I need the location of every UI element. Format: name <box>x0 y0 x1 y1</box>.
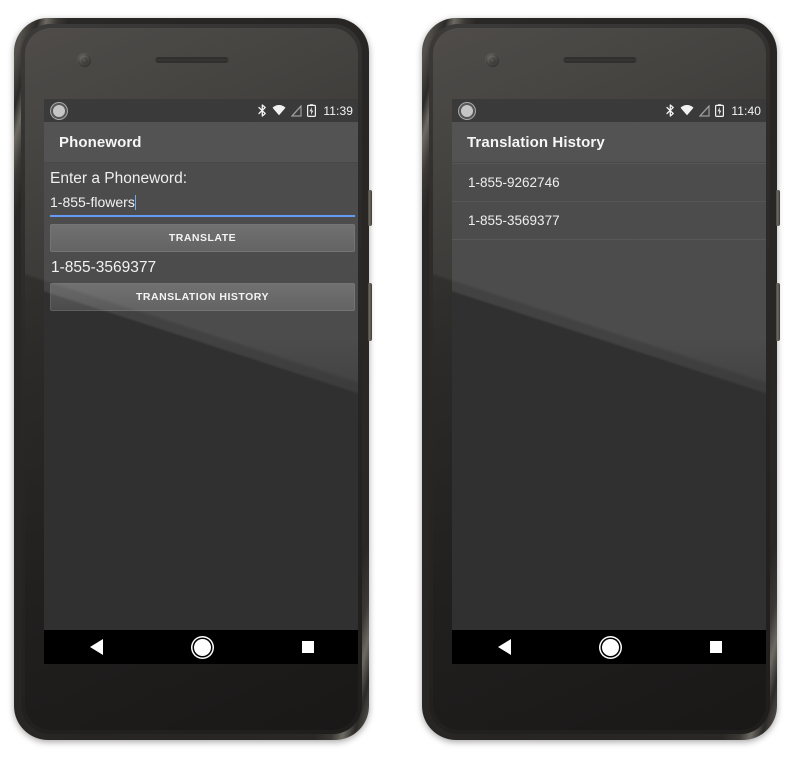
back-button[interactable] <box>485 630 525 664</box>
phone-body-right: 11:40 Translation History 1-855-9262746 … <box>429 24 770 734</box>
translation-history-button[interactable]: TRANSLATION HISTORY <box>50 283 355 311</box>
back-button[interactable] <box>77 630 117 664</box>
wifi-icon <box>272 105 286 116</box>
phoneword-input[interactable]: 1-855-flowers <box>50 194 355 217</box>
phoneword-input-value: 1-855-flowers <box>50 194 135 210</box>
status-bar-clock: 11:39 <box>323 103 353 118</box>
android-nav-bar-left <box>44 630 358 664</box>
status-bar-icons-right: 11:40 <box>666 104 761 118</box>
back-triangle-icon <box>498 639 512 655</box>
list-item[interactable]: 1-855-9262746 <box>452 163 766 202</box>
phone-screen-left: 11:39 Phoneword Enter a Phoneword: 1-855… <box>44 99 358 664</box>
circle-indicator-icon <box>459 102 475 119</box>
no-signal-icon <box>291 104 302 117</box>
bluetooth-icon <box>666 104 675 117</box>
home-button[interactable] <box>182 630 222 664</box>
status-bar-clock: 11:40 <box>731 103 761 118</box>
circle-indicator-icon <box>51 102 67 119</box>
earpiece-speaker-icon <box>154 57 229 63</box>
android-nav-bar-right <box>452 630 766 664</box>
front-camera-icon <box>77 53 92 68</box>
home-circle-icon <box>193 638 211 656</box>
translation-history-list: 1-855-9262746 1-855-3569377 <box>452 163 766 240</box>
app-bar-right: Translation History <box>452 122 766 163</box>
list-item[interactable]: 1-855-3569377 <box>452 202 766 240</box>
phone-device-right: 11:40 Translation History 1-855-9262746 … <box>422 18 780 740</box>
recents-square-icon <box>710 641 723 653</box>
app-content-left: Enter a Phoneword: 1-855-flowers TRANSLA… <box>44 163 358 630</box>
text-cursor <box>134 195 137 210</box>
page-title: Phoneword <box>59 133 142 151</box>
status-bar-icons-left: 11:39 <box>258 104 353 118</box>
power-button[interactable] <box>776 190 780 226</box>
phone-screen-right: 11:40 Translation History 1-855-9262746 … <box>452 99 766 664</box>
earpiece-speaker-icon <box>562 57 637 63</box>
recents-square-icon <box>302 641 315 653</box>
back-triangle-icon <box>90 639 104 655</box>
phone-body-left: 11:39 Phoneword Enter a Phoneword: 1-855… <box>21 24 362 734</box>
phone-device-left: 11:39 Phoneword Enter a Phoneword: 1-855… <box>14 18 372 740</box>
wifi-icon <box>680 105 694 116</box>
phone-glass-right: 11:40 Translation History 1-855-9262746 … <box>433 28 766 730</box>
page-title: Translation History <box>467 133 605 151</box>
volume-rocker-button[interactable] <box>368 283 372 341</box>
recents-button[interactable] <box>288 630 328 664</box>
status-bar-left: 11:39 <box>44 99 358 122</box>
translation-result: 1-855-3569377 <box>51 259 157 276</box>
app-bar-left: Phoneword <box>44 122 358 163</box>
phone-glass-left: 11:39 Phoneword Enter a Phoneword: 1-855… <box>25 28 358 730</box>
volume-rocker-button[interactable] <box>776 283 780 341</box>
translate-button[interactable]: TRANSLATE <box>50 224 355 252</box>
recents-button[interactable] <box>696 630 736 664</box>
proximity-sensor-icon <box>589 84 610 92</box>
proximity-sensor-icon <box>181 84 202 92</box>
power-button[interactable] <box>368 190 372 226</box>
phoneword-label: Enter a Phoneword: <box>50 170 188 187</box>
home-button[interactable] <box>590 630 630 664</box>
front-camera-icon <box>485 53 500 68</box>
no-signal-icon <box>699 104 710 117</box>
bluetooth-icon <box>258 104 267 117</box>
status-bar-right: 11:40 <box>452 99 766 122</box>
battery-charging-icon <box>307 104 317 117</box>
app-content-right: 1-855-9262746 1-855-3569377 <box>452 163 766 630</box>
home-circle-icon <box>601 638 619 656</box>
battery-charging-icon <box>715 104 725 117</box>
